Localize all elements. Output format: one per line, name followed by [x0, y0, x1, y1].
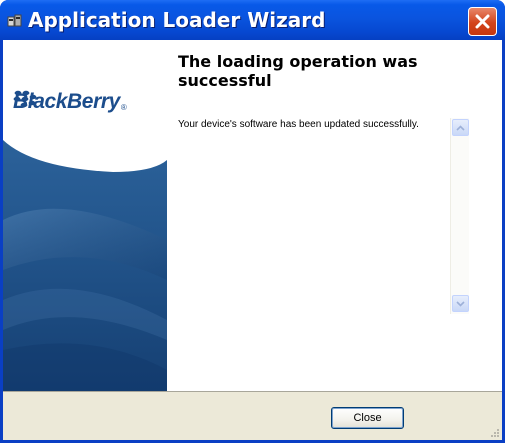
window-close-button[interactable]	[468, 7, 497, 36]
button-bar: Close	[3, 391, 502, 440]
vertical-scrollbar[interactable]	[450, 118, 469, 314]
application-loader-icon[interactable]	[7, 12, 23, 28]
blackberry-logo-icon	[13, 90, 37, 108]
title-bar[interactable]: Application Loader Wizard	[0, 0, 505, 40]
status-message: Your device's software has been updated …	[178, 119, 419, 130]
scroll-up-arrow-icon	[456, 124, 465, 131]
dialog-body: BlackBerry ® The loading operation was s…	[3, 40, 502, 440]
window-title: Application Loader Wizard	[28, 8, 326, 32]
branding-panel: BlackBerry ®	[3, 40, 167, 391]
resize-grip-icon[interactable]	[490, 428, 500, 438]
page-title: The loading operation was successful	[178, 52, 418, 90]
scroll-down-button[interactable]	[452, 295, 469, 312]
scroll-down-arrow-icon	[456, 300, 465, 307]
status-message-box: Your device's software has been updated …	[173, 118, 471, 314]
close-icon	[475, 14, 490, 29]
scroll-up-button[interactable]	[452, 119, 469, 136]
registered-mark: ®	[120, 102, 127, 112]
close-button[interactable]: Close	[331, 407, 404, 429]
blackberry-logo: BlackBerry ®	[13, 90, 127, 114]
application-window: Application Loader Wizard BlackBerry ® T…	[0, 0, 505, 443]
